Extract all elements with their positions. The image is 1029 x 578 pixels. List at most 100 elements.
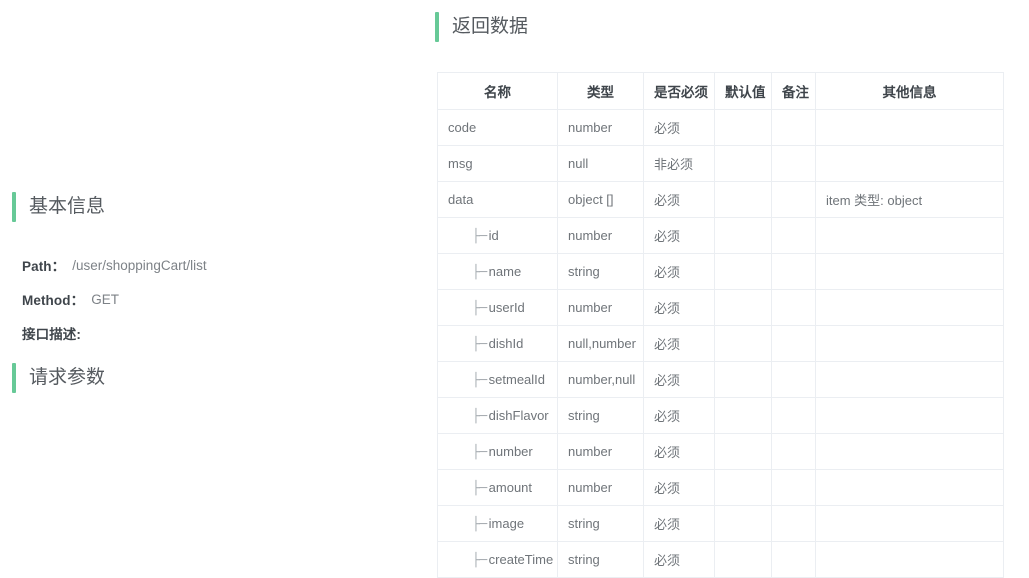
cell-field-default — [714, 253, 772, 290]
method-value: GET — [91, 291, 119, 307]
cell-field-default — [714, 541, 772, 578]
field-name-label: dishId — [488, 335, 524, 351]
cell-field-required: 必须 — [643, 541, 715, 578]
cell-field-remark — [771, 217, 816, 254]
table-row: code number 必须 — [437, 109, 1004, 146]
meta-row-description: 接口描述: — [22, 316, 412, 350]
cell-field-type: number,null — [557, 361, 644, 398]
cell-field-remark — [771, 469, 816, 506]
tree-branch-icon: ├─ — [472, 336, 487, 352]
cell-field-required: 必须 — [643, 325, 715, 362]
cell-field-remark — [771, 397, 816, 434]
field-name-label: userId — [488, 299, 525, 315]
cell-field-required: 必须 — [643, 181, 715, 218]
cell-field-required: 必须 — [643, 433, 715, 470]
left-panel: 基本信息 Path： /user/shoppingCart/list Metho… — [0, 0, 430, 577]
table-row: data object [] 必须 item 类型: object — [437, 181, 1004, 218]
cell-field-required: 必须 — [643, 469, 715, 506]
cell-field-name: ├─ id — [437, 217, 558, 254]
cell-field-type: number — [557, 109, 644, 146]
field-name-label: amount — [488, 479, 533, 495]
cell-field-extra — [815, 145, 1004, 182]
cell-field-remark — [771, 289, 816, 326]
table-row: msg null 非必须 — [437, 145, 1004, 182]
cell-field-extra: item 类型: object — [815, 181, 1004, 218]
cell-field-name: data — [437, 181, 558, 218]
table-row: ├─ setmealId number,null 必须 — [437, 361, 1004, 398]
cell-field-required: 必须 — [643, 289, 715, 326]
right-panel: 返回数据 名称 类型 是否必须 默认值 备注 其他信息 code number 必须… — [430, 0, 1029, 578]
cell-field-name: ├─ createTime — [437, 541, 558, 578]
table-header: 名称 类型 是否必须 默认值 备注 其他信息 — [437, 72, 1004, 110]
meta-row-method: Method： GET — [22, 282, 412, 316]
cell-field-required: 必须 — [643, 217, 715, 254]
table-header-row: 名称 类型 是否必须 默认值 备注 其他信息 — [437, 72, 1004, 110]
accent-bar-icon — [12, 363, 16, 393]
cell-field-name: ├─ image — [437, 505, 558, 542]
method-label: Method： — [22, 293, 85, 308]
tree-branch-icon: ├─ — [472, 228, 487, 244]
cell-field-type: number — [557, 469, 644, 506]
meta-row-path: Path： /user/shoppingCart/list — [22, 248, 412, 282]
cell-field-type: string — [557, 541, 644, 578]
cell-field-extra — [815, 541, 1004, 578]
cell-field-default — [714, 145, 772, 182]
field-name-label: code — [448, 120, 477, 135]
cell-field-required: 必须 — [643, 109, 715, 146]
cell-field-name: ├─ name — [437, 253, 558, 290]
field-name-label: msg — [448, 156, 473, 171]
cell-field-required: 必须 — [643, 505, 715, 542]
cell-field-type: null,number — [557, 325, 644, 362]
cell-field-type: object [] — [557, 181, 644, 218]
tree-branch-icon: ├─ — [472, 300, 487, 316]
cell-field-remark — [771, 505, 816, 542]
cell-field-type: string — [557, 505, 644, 542]
cell-field-remark — [771, 109, 816, 146]
request-params-section-heading: 请求参数 — [12, 363, 105, 393]
cell-field-required: 必须 — [643, 253, 715, 290]
field-name-label: data — [448, 192, 474, 207]
cell-field-extra — [815, 217, 1004, 254]
return-data-table: 名称 类型 是否必须 默认值 备注 其他信息 code number 必须 msg nu… — [437, 72, 1004, 578]
cell-field-default — [714, 397, 772, 434]
field-name-label: dishFlavor — [488, 407, 549, 423]
tree-branch-icon: ├─ — [472, 552, 487, 568]
cell-field-extra — [815, 325, 1004, 362]
cell-field-remark — [771, 145, 816, 182]
cell-field-required: 必须 — [643, 361, 715, 398]
cell-field-default — [714, 469, 772, 506]
description-label: 接口描述: — [22, 327, 81, 342]
cell-field-extra — [815, 253, 1004, 290]
tree-branch-icon: ├─ — [472, 516, 487, 532]
return-data-table-wrap: 名称 类型 是否必须 默认值 备注 其他信息 code number 必须 msg nu… — [437, 72, 1004, 578]
cell-field-type: number — [557, 289, 644, 326]
cell-field-remark — [771, 541, 816, 578]
column-header-name: 名称 — [437, 72, 558, 110]
cell-field-default — [714, 361, 772, 398]
accent-bar-icon — [435, 12, 439, 42]
tree-branch-icon: ├─ — [472, 408, 487, 424]
column-header-default: 默认值 — [714, 72, 772, 110]
tree-branch-icon: ├─ — [472, 264, 487, 280]
table-row: ├─ number number 必须 — [437, 433, 1004, 470]
cell-field-name: ├─ setmealId — [437, 361, 558, 398]
cell-field-name: ├─ number — [437, 433, 558, 470]
cell-field-extra — [815, 289, 1004, 326]
cell-field-extra — [815, 433, 1004, 470]
cell-field-name: ├─ dishFlavor — [437, 397, 558, 434]
column-header-remark: 备注 — [771, 72, 816, 110]
cell-field-required: 非必须 — [643, 145, 715, 182]
cell-field-required: 必须 — [643, 397, 715, 434]
table-row: ├─ userId number 必须 — [437, 289, 1004, 326]
column-header-required: 是否必须 — [643, 72, 715, 110]
cell-field-default — [714, 505, 772, 542]
cell-field-name: code — [437, 109, 558, 146]
cell-field-name: ├─ userId — [437, 289, 558, 326]
cell-field-type: string — [557, 253, 644, 290]
table-row: ├─ createTime string 必须 — [437, 541, 1004, 578]
cell-field-remark — [771, 433, 816, 470]
cell-field-remark — [771, 181, 816, 218]
cell-field-type: string — [557, 397, 644, 434]
cell-field-name: ├─ amount — [437, 469, 558, 506]
table-row: ├─ dishId null,number 必须 — [437, 325, 1004, 362]
